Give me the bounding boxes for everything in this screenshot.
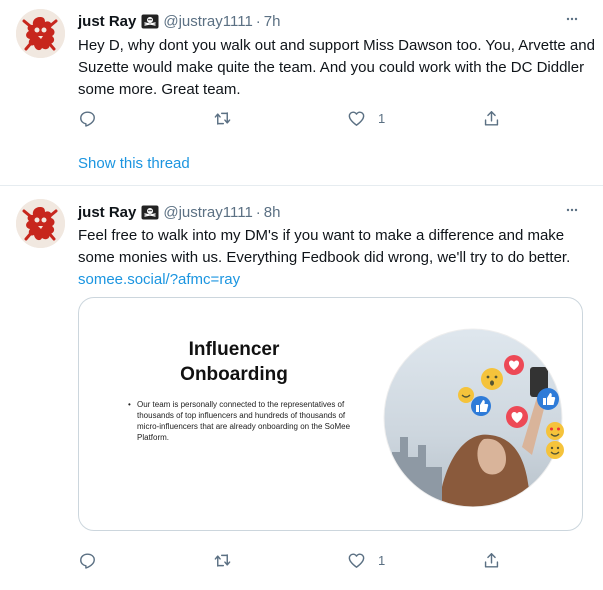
card-title-line: Influencer — [188, 339, 280, 360]
like-count: 1 — [378, 110, 386, 126]
timestamp[interactable]: 8h — [264, 204, 281, 221]
heart-icon — [347, 109, 366, 128]
like-count: 1 — [378, 552, 386, 568]
pirate-flag-avatar-icon — [16, 9, 65, 58]
show-thread-link[interactable]: Show this thread — [78, 155, 190, 172]
retweet-icon — [213, 551, 232, 570]
tweet-text: Hey D, why dont you walk out and support… — [78, 37, 595, 98]
like-button[interactable]: 1 — [347, 108, 385, 128]
more-icon[interactable] — [563, 10, 581, 28]
reply-icon — [78, 109, 97, 128]
tweet-header: just Ray @justray1111 · 7h — [78, 11, 280, 31]
like-button[interactable]: 1 — [347, 550, 385, 570]
tweet[interactable]: just Ray @justray1111 · 7h Hey D, why do… — [0, 0, 603, 186]
link-card[interactable]: Influencer Onboarding Our team is person… — [78, 297, 583, 531]
avatar[interactable] — [16, 199, 65, 248]
separator: · — [255, 203, 261, 221]
display-name[interactable]: just Ray — [78, 204, 136, 221]
retweet-button[interactable] — [213, 550, 244, 570]
tweet[interactable]: just Ray @justray1111 · 8h Feel free to … — [0, 186, 603, 590]
tweet-text: Feel free to walk into my DM's if you wa… — [78, 225, 598, 291]
user-handle[interactable]: @justray1111 — [163, 204, 252, 221]
more-icon[interactable] — [563, 201, 581, 219]
timestamp[interactable]: 7h — [264, 13, 281, 30]
tweet-actions: 1 — [78, 108, 508, 128]
card-image — [372, 327, 582, 507]
retweet-button[interactable] — [213, 108, 244, 128]
card-title-line: Onboarding — [180, 364, 288, 385]
retweet-icon — [213, 109, 232, 128]
reply-button[interactable] — [78, 108, 109, 128]
share-icon — [482, 109, 501, 128]
share-icon — [482, 551, 501, 570]
card-bullet-text: Our team is personally connected to the … — [128, 399, 369, 443]
user-handle[interactable]: @justray1111 — [163, 13, 252, 30]
tweet-actions: 1 — [78, 550, 508, 570]
pirate-flag-icon — [141, 205, 159, 220]
pirate-flag-icon — [141, 14, 159, 29]
tweet-header: just Ray @justray1111 · 8h — [78, 202, 280, 222]
share-button[interactable] — [482, 550, 501, 570]
reply-icon — [78, 551, 97, 570]
tweet-link[interactable]: somee.social/?afmc=ray — [78, 271, 240, 288]
reply-button[interactable] — [78, 550, 109, 570]
share-button[interactable] — [482, 108, 501, 128]
display-name[interactable]: just Ray — [78, 13, 136, 30]
pirate-flag-avatar-icon — [16, 199, 65, 248]
separator: · — [255, 12, 261, 30]
tweet-text-content: Feel free to walk into my DM's if you wa… — [78, 227, 571, 266]
card-title: Influencer Onboarding — [79, 337, 389, 387]
heart-icon — [347, 551, 366, 570]
avatar[interactable] — [16, 9, 65, 58]
